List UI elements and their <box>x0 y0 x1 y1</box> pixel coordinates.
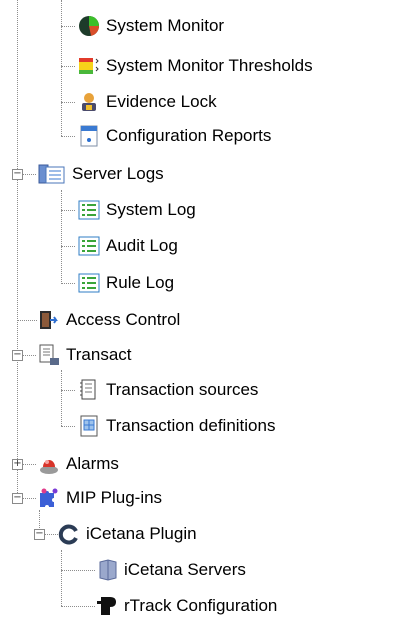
tree-item-label: Rule Log <box>106 273 175 292</box>
tree-line <box>61 390 75 391</box>
tree-line <box>61 190 62 284</box>
tree-item-system-monitor[interactable]: System Monitor <box>78 9 224 43</box>
tree-item-configuration-reports[interactable]: Configuration Reports <box>78 119 271 153</box>
tree-item-audit-log[interactable]: Audit Log <box>78 229 178 263</box>
rtrack-configuration-icon <box>96 595 118 617</box>
tree-item-evidence-lock[interactable]: Evidence Lock <box>78 85 217 119</box>
log-icon <box>78 272 100 294</box>
tree-line <box>61 136 75 137</box>
log-icon <box>78 199 100 221</box>
tree-item-label: iCetana Plugin <box>86 524 197 543</box>
tree-item-label: Transaction sources <box>106 380 259 399</box>
tree-line <box>61 570 95 571</box>
collapse-transact-button[interactable]: − <box>12 350 23 361</box>
collapse-mip-plugins-button[interactable]: − <box>12 493 23 504</box>
tree-line <box>61 606 95 607</box>
tree-item-label: Audit Log <box>106 236 178 255</box>
access-control-icon <box>38 309 60 331</box>
tree-item-icetana-servers[interactable]: iCetana Servers <box>96 553 246 587</box>
tree-line <box>22 355 36 356</box>
tree-item-rule-log[interactable]: Rule Log <box>78 266 174 300</box>
transact-icon <box>38 344 60 366</box>
tree-item-system-monitor-thresholds[interactable]: System Monitor Thresholds <box>78 49 313 83</box>
tree-item-label: iCetana Servers <box>124 560 246 579</box>
tree-item-label: rTrack Configuration <box>124 596 278 615</box>
tree-item-label: System Monitor Thresholds <box>106 56 313 75</box>
tree-item-label: System Log <box>106 200 196 219</box>
tree-line <box>61 66 75 67</box>
tree-line <box>61 370 62 426</box>
navigation-tree: − − + − − System Monitor System Monitor … <box>0 0 395 618</box>
tree-line <box>22 498 36 499</box>
tree-item-label: Server Logs <box>72 164 164 183</box>
tree-item-transaction-sources[interactable]: Transaction sources <box>78 373 258 407</box>
tree-line <box>61 246 75 247</box>
tree-item-access-control[interactable]: Access Control <box>38 303 180 337</box>
tree-item-system-log[interactable]: System Log <box>78 193 196 227</box>
icetana-servers-icon <box>96 559 118 581</box>
tree-item-label: Transact <box>66 345 132 364</box>
tree-line <box>17 320 37 321</box>
tree-line <box>61 102 75 103</box>
collapse-server-logs-button[interactable]: − <box>12 169 23 180</box>
tree-line <box>61 550 62 606</box>
tree-line <box>61 26 75 27</box>
tree-item-server-logs[interactable]: Server Logs <box>38 157 164 191</box>
tree-item-alarms[interactable]: Alarms <box>38 447 119 481</box>
tree-item-label: Configuration Reports <box>106 126 272 145</box>
transaction-sources-icon <box>78 379 100 401</box>
tree-line <box>61 426 75 427</box>
tree-line <box>61 283 75 284</box>
tree-line <box>22 174 36 175</box>
configuration-reports-icon <box>78 125 100 147</box>
tree-item-label: Transaction definitions <box>106 416 276 435</box>
thresholds-icon <box>78 55 100 77</box>
mip-plugins-icon <box>38 487 60 509</box>
tree-line <box>61 0 62 136</box>
evidence-lock-icon <box>78 91 100 113</box>
tree-line <box>44 534 58 535</box>
tree-item-label: MIP Plug-ins <box>66 488 163 507</box>
tree-item-transact[interactable]: Transact <box>38 338 132 372</box>
tree-line <box>17 0 18 495</box>
transaction-definitions-icon <box>78 415 100 437</box>
server-logs-icon <box>38 163 66 185</box>
tree-item-label: Alarms <box>66 454 119 473</box>
collapse-icetana-plugin-button[interactable]: − <box>34 529 45 540</box>
tree-item-icetana-plugin[interactable]: iCetana Plugin <box>58 517 197 551</box>
icetana-plugin-icon <box>58 523 80 545</box>
tree-item-mip-plug-ins[interactable]: MIP Plug-ins <box>38 481 162 515</box>
tree-item-transaction-definitions[interactable]: Transaction definitions <box>78 409 275 443</box>
tree-item-label: Access Control <box>66 310 181 329</box>
log-icon <box>78 235 100 257</box>
expand-alarms-button[interactable]: + <box>12 459 23 470</box>
tree-line <box>22 464 36 465</box>
tree-item-label: System Monitor <box>106 16 225 35</box>
tree-item-label: Evidence Lock <box>106 92 217 111</box>
system-monitor-icon <box>78 15 100 37</box>
alarms-icon <box>38 453 60 475</box>
tree-line <box>61 210 75 211</box>
